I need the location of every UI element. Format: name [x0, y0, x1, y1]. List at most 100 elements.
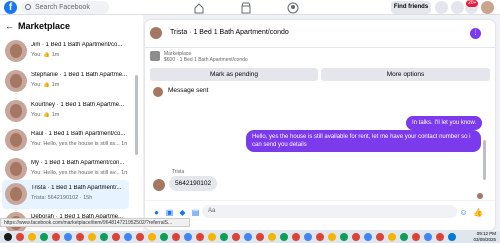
- chrome-icon[interactable]: [292, 233, 300, 241]
- chrome-icon[interactable]: [28, 233, 36, 241]
- conversation-item[interactable]: Jim · 1 Bed 1 Bath Apartment/co... You: …: [2, 37, 129, 66]
- network-icon[interactable]: [448, 233, 456, 241]
- chrome-icon[interactable]: [196, 233, 204, 241]
- chrome-icon[interactable]: [160, 233, 168, 241]
- chrome-icon[interactable]: [340, 233, 348, 241]
- search-icon: [25, 4, 31, 10]
- chrome-icon[interactable]: [436, 233, 444, 241]
- chrome-icon[interactable]: [328, 233, 336, 241]
- system-clock[interactable]: 09:12 PM 03/09/2025: [462, 231, 496, 243]
- conversation-title: Kourtney · 1 Bed 1 Bath Apartme...: [31, 102, 125, 108]
- chrome-icon[interactable]: [124, 233, 132, 241]
- conversation-preview: You: 👍 1m: [31, 52, 60, 58]
- chrome-icon[interactable]: [16, 233, 24, 241]
- chrome-icon[interactable]: [112, 233, 120, 241]
- conversation-preview: You: Hello, yes the house is still av...…: [31, 170, 127, 176]
- microphone-icon[interactable]: ●: [152, 208, 161, 217]
- incoming-message: 5642190102: [169, 176, 218, 191]
- avatar: [5, 129, 27, 151]
- chrome-icon[interactable]: [232, 233, 240, 241]
- notification-badge: 20+: [466, 0, 479, 7]
- search-input[interactable]: Search Facebook: [21, 1, 109, 14]
- chrome-icon[interactable]: [64, 233, 72, 241]
- conversation-title: Jim · 1 Bed 1 Bath Apartment/co...: [31, 42, 123, 48]
- chrome-icon[interactable]: [304, 233, 312, 241]
- chrome-icon[interactable]: [400, 233, 408, 241]
- sender-name: Trista: [172, 169, 185, 175]
- chrome-icon[interactable]: [412, 233, 420, 241]
- chrome-icon[interactable]: [256, 233, 264, 241]
- chat-panel: Trista · 1 Bed 1 Bath Apartment/condo ⋮ …: [145, 20, 495, 230]
- link-status-bar: https://www.facebook.com/marketplace/ite…: [0, 218, 190, 227]
- conversation-title: Stephanie · 1 Bed 1 Bath Apartme...: [31, 72, 127, 78]
- mark-as-pending-button[interactable]: Mark as pending: [150, 68, 318, 81]
- chrome-icon[interactable]: [40, 233, 48, 241]
- photo-icon[interactable]: ▣: [165, 208, 174, 217]
- chrome-icon[interactable]: [268, 233, 276, 241]
- more-options-button[interactable]: More options: [321, 68, 490, 81]
- conversation-item[interactable]: Stephanie · 1 Bed 1 Bath Apartme... You:…: [2, 67, 129, 96]
- conversation-item[interactable]: Raúl · 1 Bed 1 Bath Apartment/co... You:…: [2, 126, 129, 155]
- facebook-logo[interactable]: f: [4, 1, 17, 14]
- top-navigation-bar: f Search Facebook Find friends 20+: [0, 0, 500, 15]
- avatar[interactable]: [150, 27, 162, 39]
- sidebar-scrollbar[interactable]: [135, 75, 138, 155]
- avatar: [5, 70, 27, 92]
- chat-options-icon[interactable]: ⋮: [470, 28, 481, 39]
- chrome-icon[interactable]: [424, 233, 432, 241]
- sticker-icon[interactable]: ◆: [178, 208, 187, 217]
- chrome-icon[interactable]: [88, 233, 96, 241]
- find-friends-button[interactable]: Find friends: [391, 1, 431, 14]
- conversation-item[interactable]: Kourtney · 1 Bed 1 Bath Apartme... You: …: [2, 97, 129, 126]
- marketplace-icon[interactable]: [240, 1, 252, 14]
- chrome-icon[interactable]: [364, 233, 372, 241]
- conversation-preview: Trista: 5642190102 · 15h: [31, 195, 93, 201]
- chrome-icon[interactable]: [208, 233, 216, 241]
- chrome-icon[interactable]: [148, 233, 156, 241]
- avatar: [153, 179, 165, 191]
- seen-indicator-avatar: [477, 193, 483, 199]
- menu-icon[interactable]: [435, 1, 448, 14]
- chrome-icon[interactable]: [280, 233, 288, 241]
- sidebar-title: Marketplace: [18, 21, 71, 31]
- home-icon[interactable]: [193, 1, 205, 14]
- chrome-icon[interactable]: [184, 233, 192, 241]
- message-input[interactable]: Aa: [202, 205, 457, 218]
- profile-avatar[interactable]: [481, 1, 494, 14]
- chrome-icon[interactable]: [244, 233, 252, 241]
- back-arrow-icon[interactable]: ←: [5, 21, 14, 31]
- chrome-icon[interactable]: [100, 233, 108, 241]
- chrome-icon[interactable]: [172, 233, 180, 241]
- outgoing-message: Hello, yes the house is still available …: [246, 130, 481, 152]
- avatar: [5, 158, 27, 180]
- chat-title[interactable]: Trista · 1 Bed 1 Bath Apartment/condo: [170, 29, 289, 36]
- avatar: [5, 183, 27, 205]
- chrome-icon[interactable]: [352, 233, 360, 241]
- like-icon[interactable]: 👍: [473, 208, 483, 217]
- listing-price: $600 · 1 Bed 1 Bath Apartment/condo: [164, 57, 248, 63]
- chat-scrollbar[interactable]: [483, 140, 486, 180]
- messenger-icon[interactable]: [451, 1, 464, 14]
- conversation-item-active[interactable]: Trista · 1 Bed 1 Bath Apartment/... Tris…: [2, 180, 129, 209]
- chrome-icon[interactable]: [52, 233, 60, 241]
- system-message: Message sent: [168, 87, 209, 94]
- taskbar: 09:12 PM 03/09/2025: [0, 231, 500, 243]
- marketplace-inbox-sidebar: ← Marketplace Jim · 1 Bed 1 Bath Apartmen…: [0, 15, 143, 234]
- chrome-icon[interactable]: [220, 233, 228, 241]
- chrome-icon[interactable]: [136, 233, 144, 241]
- chrome-icon[interactable]: [76, 233, 84, 241]
- chrome-icon[interactable]: [388, 233, 396, 241]
- emoji-icon[interactable]: ☺: [459, 208, 468, 217]
- conversation-preview: You: 👍 1m: [31, 112, 60, 118]
- avatar: [153, 87, 163, 97]
- gif-icon[interactable]: ▤: [191, 208, 200, 217]
- sidebar-header: ← Marketplace: [5, 21, 70, 31]
- conversation-preview: You: Hello, yes the house is still av...…: [31, 141, 127, 147]
- chrome-icon[interactable]: [376, 233, 384, 241]
- avatar: [5, 40, 27, 62]
- start-icon[interactable]: [4, 233, 12, 241]
- conversation-title: Trista · 1 Bed 1 Bath Apartment/...: [31, 185, 122, 191]
- conversation-title: Raúl · 1 Bed 1 Bath Apartment/co...: [31, 131, 126, 137]
- groups-icon[interactable]: [287, 1, 299, 14]
- chrome-icon[interactable]: [316, 233, 324, 241]
